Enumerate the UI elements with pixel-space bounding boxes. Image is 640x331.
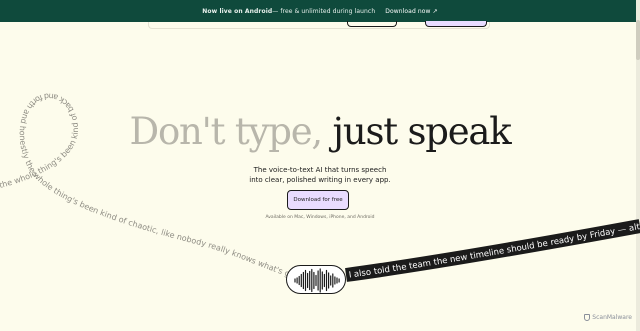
hero-title-light: Don't type, [129, 110, 323, 153]
watermark-text: ScanMalware [592, 314, 632, 321]
watermark: ScanMalware [584, 314, 632, 321]
subtitle-line-1: The voice-to-text AI that turns speech [253, 166, 387, 174]
waveform-icon [294, 268, 340, 293]
voice-waveform [286, 265, 346, 294]
shield-icon [584, 314, 591, 321]
subtitle-line-2: into clear, polished writing in every ap… [249, 176, 391, 184]
platform-availability: Available on Mac, Windows, iPhone, and A… [265, 215, 375, 220]
curve-text-black: I also told the team the new timeline sh… [348, 222, 640, 281]
hero-subtitle: The voice-to-text AI that turns speech i… [0, 165, 640, 185]
hero-title: Don't type, just speak [0, 110, 640, 153]
hero-title-dark: just speak [321, 110, 512, 153]
download-for-free-button[interactable]: Download for free [287, 190, 349, 210]
